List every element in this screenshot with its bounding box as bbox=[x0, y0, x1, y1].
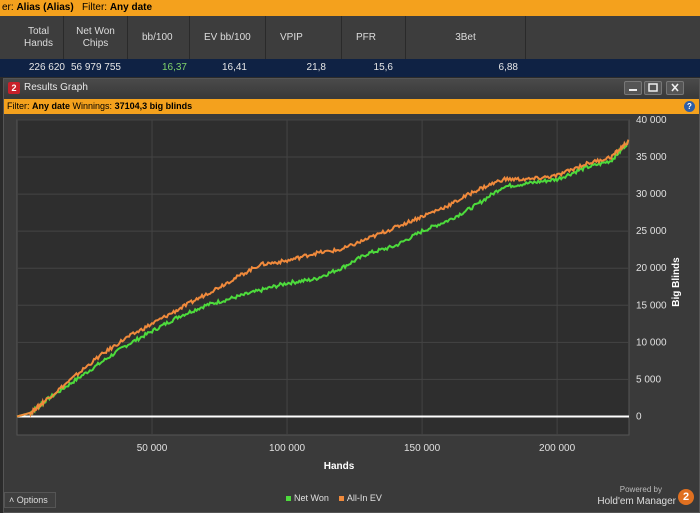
y-tick-label: 10 000 bbox=[636, 337, 667, 348]
options-button[interactable]: ˄ Options bbox=[4, 492, 56, 508]
brand-name: Hold'em Manager bbox=[597, 496, 676, 507]
y-tick-label: 20 000 bbox=[636, 263, 667, 274]
legend-label-allin-ev: All-In EV bbox=[346, 493, 382, 503]
chevron-up-icon: ˄ bbox=[9, 495, 15, 505]
legend-item-allin-ev[interactable]: All-In EV bbox=[338, 493, 382, 503]
legend-item-net-won[interactable]: Net Won bbox=[286, 493, 329, 503]
options-label: Options bbox=[16, 495, 48, 505]
legend-swatch-allin-ev bbox=[338, 495, 344, 501]
x-tick-label: 100 000 bbox=[269, 443, 306, 454]
y-tick-label: 0 bbox=[636, 411, 642, 422]
x-axis-title: Hands bbox=[324, 461, 355, 472]
x-tick-label: 200 000 bbox=[539, 443, 576, 454]
y-axis-title: Big Blinds bbox=[671, 257, 682, 307]
plot-area bbox=[16, 119, 630, 436]
y-tick-label: 40 000 bbox=[636, 115, 667, 126]
y-tick-label: 25 000 bbox=[636, 226, 667, 237]
x-tick-label: 50 000 bbox=[137, 443, 168, 454]
chart-legend: Net Won All-In EV bbox=[286, 493, 382, 503]
y-tick-label: 30 000 bbox=[636, 189, 667, 200]
y-tick-label: 5 000 bbox=[636, 374, 661, 385]
legend-swatch-net-won bbox=[286, 495, 291, 501]
legend-label-net-won: Net Won bbox=[294, 493, 329, 503]
results-chart: 0 5 000 10 000 15 000 20 000 25 000 30 000 35 0… bbox=[16, 115, 682, 472]
powered-by-text: Powered by bbox=[619, 485, 662, 494]
brand-block: Powered by Hold'em Manager 2 bbox=[590, 485, 698, 511]
brand-logo-icon: 2 bbox=[678, 489, 694, 505]
app-root: er: Alias (Alias) Filter: Any date Total… bbox=[0, 0, 700, 513]
x-tick-label: 150 000 bbox=[404, 443, 441, 454]
y-tick-label: 15 000 bbox=[636, 300, 667, 311]
y-tick-label: 35 000 bbox=[636, 152, 667, 163]
